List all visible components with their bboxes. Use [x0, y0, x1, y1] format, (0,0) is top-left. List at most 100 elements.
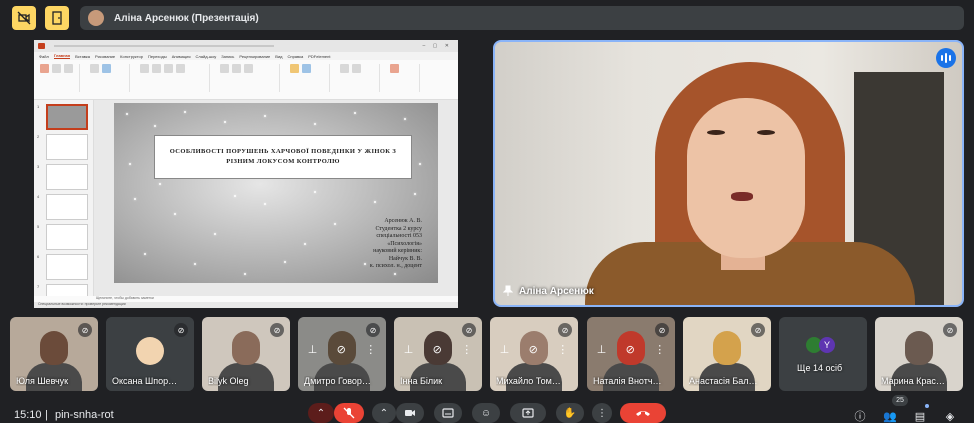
presenter-title: Аліна Арсенюк (Презентація) — [114, 12, 259, 24]
ribbon-tab[interactable]: PDFelement — [308, 54, 330, 59]
present-button[interactable] — [510, 403, 546, 423]
ribbon-tab[interactable]: Главная — [53, 53, 71, 59]
ribbon-tab[interactable]: Переходы — [148, 54, 167, 59]
mic-off-icon: ⊘ — [558, 323, 572, 337]
participant-tile[interactable]: ⊥ ⊘ ⋮ ⊘ Наталія Внотч… — [587, 317, 675, 391]
meeting-info-button[interactable]: ⓘ — [852, 408, 868, 423]
info-icon: ⓘ — [854, 411, 866, 423]
sparkle-decoration — [334, 223, 336, 225]
participant-tile[interactable]: ⊘ Марина Крас… — [875, 317, 963, 391]
participant-name: Bilyk Oleg — [208, 376, 249, 386]
camera-toggle-button[interactable] — [396, 403, 424, 423]
video-options-button[interactable]: ⌃ — [372, 403, 396, 423]
more-vert-icon: ⋮ — [597, 407, 607, 419]
participant-video — [713, 331, 741, 365]
slide-thumbnail[interactable] — [46, 164, 88, 190]
ribbon-tab[interactable]: Вид — [275, 54, 282, 59]
leave-call-button[interactable] — [620, 403, 666, 423]
sparkle-decoration — [214, 233, 216, 235]
participant-tile[interactable]: ⊥ ⊘ ⋮ ⊘ Інна Білик — [394, 317, 482, 391]
chat-icon: ▤ — [914, 410, 926, 423]
more-vert-icon[interactable]: ⋮ — [557, 343, 568, 356]
more-participants-label: Ще 14 осіб — [797, 363, 843, 373]
sparkle-decoration — [414, 193, 416, 195]
activities-button[interactable]: ◈ — [942, 408, 958, 423]
participant-tile[interactable]: ⊘ Оксана Шпор… — [106, 317, 194, 391]
pin-icon[interactable]: ⊥ — [308, 343, 318, 356]
participant-tile[interactable]: ⊘ Bilyk Oleg — [202, 317, 290, 391]
emoji-button[interactable]: ☺ — [472, 403, 500, 423]
sparkle-decoration — [394, 273, 396, 275]
ribbon-tab[interactable]: Запись — [221, 54, 234, 59]
pin-icon[interactable]: ⊥ — [597, 343, 607, 356]
participant-tile[interactable]: ⊘ Анастасія Бал… — [683, 317, 771, 391]
mic-off-icon: ⊘ — [943, 323, 957, 337]
participant-tile[interactable]: ⊥ ⊘ ⋮ ⊘ Дмитро Говор… — [298, 317, 386, 391]
participant-tile[interactable]: ⊥ ⊘ ⋮ ⊘ Михайло Том… — [490, 317, 578, 391]
sparkle-decoration — [244, 273, 246, 275]
ribbon-tab[interactable]: Вставка — [75, 54, 90, 59]
mic-off-icon[interactable]: ⊘ — [433, 343, 442, 356]
thumbnail-number: 4 — [37, 194, 40, 199]
clock: 15:10 — [14, 409, 42, 421]
sparkle-decoration — [224, 121, 226, 123]
main-speaker-tile[interactable]: Аліна Арсенюк — [493, 40, 964, 307]
slide-meta-line: науковий керівник: — [373, 248, 422, 254]
pin-icon[interactable]: ⊥ — [500, 343, 510, 356]
pin-icon[interactable] — [503, 285, 513, 297]
more-vert-icon[interactable]: ⋮ — [461, 343, 472, 356]
mic-off-icon: ⊘ — [270, 323, 284, 337]
leave-warning-button[interactable] — [45, 6, 69, 30]
ribbon-tab[interactable]: Слайд-шоу — [196, 54, 217, 59]
captions-button[interactable] — [434, 403, 462, 423]
ribbon-tab[interactable]: Рецензирование — [239, 54, 270, 59]
mic-off-icon[interactable]: ⊘ — [337, 343, 346, 356]
more-vert-icon[interactable]: ⋮ — [365, 343, 376, 356]
ppt-ribbon-tabs: Файл Главная Вставка Рисование Конструктор Пе… — [34, 52, 458, 60]
audio-options-button[interactable]: ⌃ — [308, 403, 334, 423]
ribbon-tab[interactable]: Файл — [39, 54, 49, 59]
more-vert-icon[interactable]: ⋮ — [654, 343, 665, 356]
participant-name: Анастасія Бал… — [689, 376, 758, 386]
sparkle-decoration — [419, 163, 421, 165]
raise-hand-button[interactable]: ✋ — [556, 403, 584, 423]
emoji-icon: ☺ — [480, 407, 492, 419]
mic-off-icon[interactable]: ⊘ — [529, 343, 538, 356]
slide-thumbnail[interactable] — [46, 194, 88, 220]
slide-thumbnail[interactable] — [46, 134, 88, 160]
chat-notification-dot — [925, 404, 929, 408]
mic-toggle-button[interactable] — [334, 403, 364, 423]
thumbnail-number: 7 — [37, 284, 40, 289]
thumbnail-number: 5 — [37, 224, 40, 229]
top-bar: Аліна Арсенюк (Презентація) — [0, 0, 974, 36]
slide-thumbnail[interactable] — [46, 254, 88, 280]
accessibility-status: Специальные возможности: проверьте реком… — [34, 302, 458, 308]
camera-off-icon — [17, 11, 31, 25]
slide-meta-line: Студентка 2 курсу — [375, 225, 422, 232]
participant-strip: ⊘ Юля Шевчук ⊘ Оксана Шпор… ⊘ Bilyk Oleg ⊥ ⊘ ⋮ ⊘ Д… — [0, 317, 974, 391]
sparkle-decoration — [304, 243, 306, 245]
participant-name: Оксана Шпор… — [112, 376, 178, 386]
ribbon-tab[interactable]: Справка — [288, 54, 304, 59]
sparkle-decoration — [264, 203, 266, 205]
chat-button[interactable]: ▤ — [912, 408, 928, 423]
ribbon-tab[interactable]: Анимация — [172, 54, 191, 59]
mic-off-icon: ⊘ — [655, 323, 669, 337]
camera-off-warning-button[interactable] — [12, 6, 36, 30]
pin-icon[interactable]: ⊥ — [404, 343, 414, 356]
people-button[interactable]: 👥 — [882, 408, 898, 423]
more-options-button[interactable]: ⋮ — [592, 403, 612, 423]
ribbon-tab[interactable]: Рисование — [95, 54, 115, 59]
presenter-chip[interactable]: Аліна Арсенюк (Презентація) — [80, 6, 964, 30]
mic-off-icon[interactable]: ⊘ — [626, 343, 635, 356]
current-slide: ОСОБЛИВОСТІ ПОРУШЕНЬ ХАРЧОВОЇ ПОВЕДІНКИ … — [114, 103, 438, 283]
meeting-code[interactable]: pin-snha-rot — [55, 409, 114, 421]
participant-tile[interactable]: Y Ще 14 осіб — [779, 317, 867, 391]
slide-thumbnail[interactable] — [46, 224, 88, 250]
sparkle-decoration — [144, 253, 146, 255]
tile-hover-controls: ⊥ ⊘ ⋮ — [587, 343, 675, 356]
chevron-up-icon: ⌃ — [379, 407, 389, 419]
participant-tile[interactable]: ⊘ Юля Шевчук — [10, 317, 98, 391]
ribbon-tab[interactable]: Конструктор — [120, 54, 143, 59]
slide-thumbnail[interactable] — [46, 104, 88, 130]
